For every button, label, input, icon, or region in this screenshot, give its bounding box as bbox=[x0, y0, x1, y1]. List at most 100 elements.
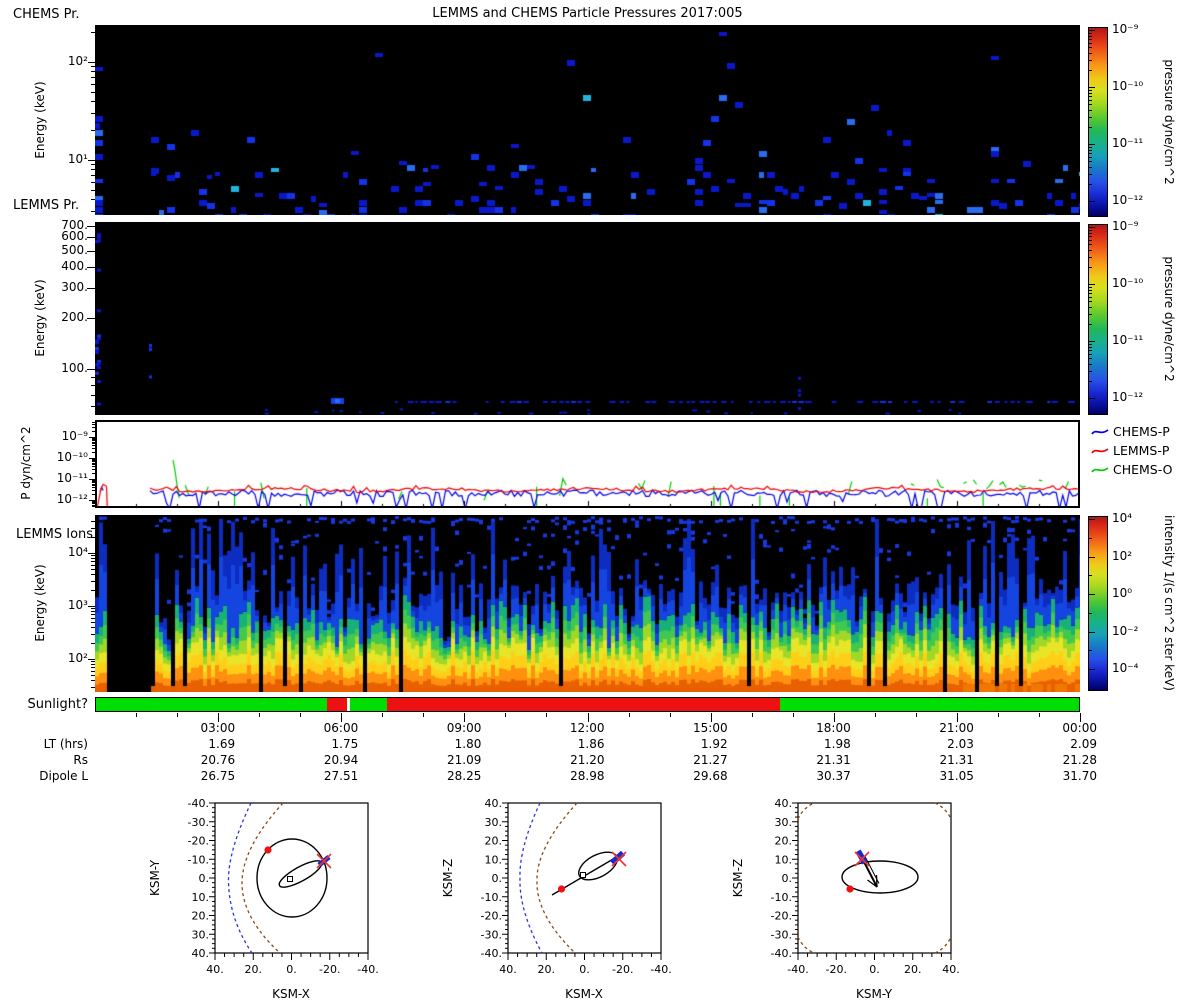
svg-text:-40.: -40. bbox=[650, 963, 671, 976]
axis-tick bbox=[1089, 353, 1092, 355]
axis-tick bbox=[91, 527, 95, 529]
svg-text:10.: 10. bbox=[192, 891, 210, 904]
axis-tick bbox=[1089, 323, 1092, 325]
axis-tick bbox=[1089, 32, 1092, 34]
axis-tick bbox=[1089, 161, 1092, 163]
colorbar-lemms-pressure bbox=[1088, 224, 1108, 415]
svg-text:20.: 20. bbox=[192, 910, 210, 923]
tick-label: 200. bbox=[61, 309, 88, 324]
row-value: 21.31 bbox=[816, 753, 851, 767]
axis-tick bbox=[91, 564, 95, 566]
axis-tick bbox=[1038, 713, 1040, 717]
tick-label: 500. bbox=[61, 242, 88, 257]
axis-tick bbox=[91, 91, 95, 93]
axis-tick bbox=[92, 437, 95, 439]
svg-text:-20.: -20. bbox=[481, 910, 502, 923]
axis-tick bbox=[91, 614, 95, 616]
axis-tick bbox=[1089, 358, 1092, 360]
axis-tick bbox=[1089, 286, 1092, 288]
axis-tick bbox=[1089, 69, 1092, 71]
row-label: Dipole L bbox=[39, 769, 88, 783]
axis-tick bbox=[91, 664, 95, 666]
row-value: 21.09 bbox=[447, 753, 482, 767]
axis-tick bbox=[88, 606, 95, 607]
axis-tick bbox=[91, 169, 95, 171]
axis-tick bbox=[91, 100, 95, 102]
svg-text:-30.: -30. bbox=[481, 928, 502, 941]
svg-text:0.: 0. bbox=[782, 872, 793, 885]
svg-text:20.: 20. bbox=[538, 963, 556, 976]
row-value: 2.03 bbox=[947, 737, 974, 751]
row-value: 30.37 bbox=[816, 769, 851, 783]
axis-tick bbox=[1089, 244, 1092, 246]
axis-tick bbox=[628, 713, 630, 717]
axis-tick bbox=[92, 440, 95, 442]
axis-tick bbox=[87, 317, 95, 319]
time-label: 15:00 bbox=[693, 721, 728, 735]
orbit-plot-xy: -40. -30. -20. -10. 0. 10. 20. 30. 40. 40. 20. 0. -2… bbox=[148, 797, 379, 1000]
axis-tick bbox=[1089, 594, 1095, 595]
axis-tick bbox=[1089, 343, 1092, 345]
axis-tick bbox=[91, 633, 95, 635]
tick-label: 10⁻¹¹ bbox=[56, 471, 88, 485]
svg-text:-10.: -10. bbox=[771, 891, 792, 904]
row-value: 21.31 bbox=[939, 753, 974, 767]
svg-text:30.: 30. bbox=[775, 816, 793, 829]
row-value: 1.69 bbox=[208, 737, 236, 751]
axis-tick bbox=[91, 617, 95, 619]
axis-tick bbox=[91, 680, 95, 682]
row-value: 1.86 bbox=[577, 737, 605, 751]
axis-tick bbox=[1089, 146, 1092, 148]
axis-tick bbox=[1089, 227, 1095, 228]
axis-tick bbox=[92, 503, 95, 505]
axis-tick bbox=[1089, 239, 1092, 241]
axis-tick bbox=[1089, 232, 1092, 234]
axis-tick bbox=[1089, 109, 1092, 111]
x-axis-title: KSM-X bbox=[272, 987, 310, 1000]
colorbar-tick-label: 10⁻⁴ bbox=[1112, 661, 1139, 675]
sunlight-segment bbox=[326, 698, 347, 711]
axis-tick bbox=[87, 368, 95, 370]
tick-label: 10³ bbox=[67, 598, 88, 612]
axis-tick bbox=[92, 451, 95, 453]
axis-tick bbox=[1089, 349, 1092, 351]
colorbar-tick-label: 10⁻⁹ bbox=[1112, 22, 1139, 36]
axis-tick bbox=[92, 489, 95, 491]
svg-text:-40.: -40. bbox=[481, 947, 502, 960]
axis-tick bbox=[1089, 166, 1092, 168]
axis-tick bbox=[92, 481, 95, 483]
svg-text:20.: 20. bbox=[904, 963, 922, 976]
axis-tick bbox=[1089, 306, 1092, 308]
red-dot-marker bbox=[264, 846, 272, 854]
axis-tick bbox=[92, 441, 95, 443]
axis-tick bbox=[91, 376, 95, 378]
row-value: 28.25 bbox=[447, 769, 482, 783]
axis-tick bbox=[92, 461, 95, 463]
axis-tick bbox=[91, 611, 95, 613]
axis-tick bbox=[92, 493, 95, 495]
axis-tick bbox=[874, 713, 876, 717]
legend-item-lemms-p: LEMMS-P bbox=[1090, 443, 1169, 458]
axis-tick bbox=[92, 502, 95, 504]
axis-tick bbox=[136, 713, 138, 717]
axis-tick bbox=[1089, 95, 1092, 97]
svg-text:-20.: -20. bbox=[319, 963, 340, 976]
axis-tick bbox=[1089, 380, 1092, 382]
ions-spectrogram-canvas bbox=[95, 515, 1080, 692]
axis-tick bbox=[505, 713, 507, 717]
axis-tick bbox=[92, 487, 95, 489]
svg-text:40.: 40. bbox=[942, 963, 960, 976]
axis-tick bbox=[91, 590, 95, 592]
legend-label: CHEMS-P bbox=[1113, 424, 1170, 439]
colorbar-tick-label: 10⁻² bbox=[1112, 623, 1139, 638]
row-value: 2.09 bbox=[1070, 737, 1097, 751]
axis-tick bbox=[1089, 92, 1092, 94]
svg-text:-10.: -10. bbox=[188, 853, 209, 866]
axis-tick bbox=[1089, 612, 1092, 614]
axis-tick bbox=[1089, 301, 1092, 303]
saturn-marker bbox=[287, 876, 293, 882]
tick-label: 100. bbox=[61, 360, 88, 375]
axis-tick bbox=[91, 189, 95, 191]
pressure-axis-label: P dyn/cm^2 bbox=[19, 426, 33, 500]
colorbar-tick-label: 10⁻¹¹ bbox=[1112, 333, 1144, 347]
